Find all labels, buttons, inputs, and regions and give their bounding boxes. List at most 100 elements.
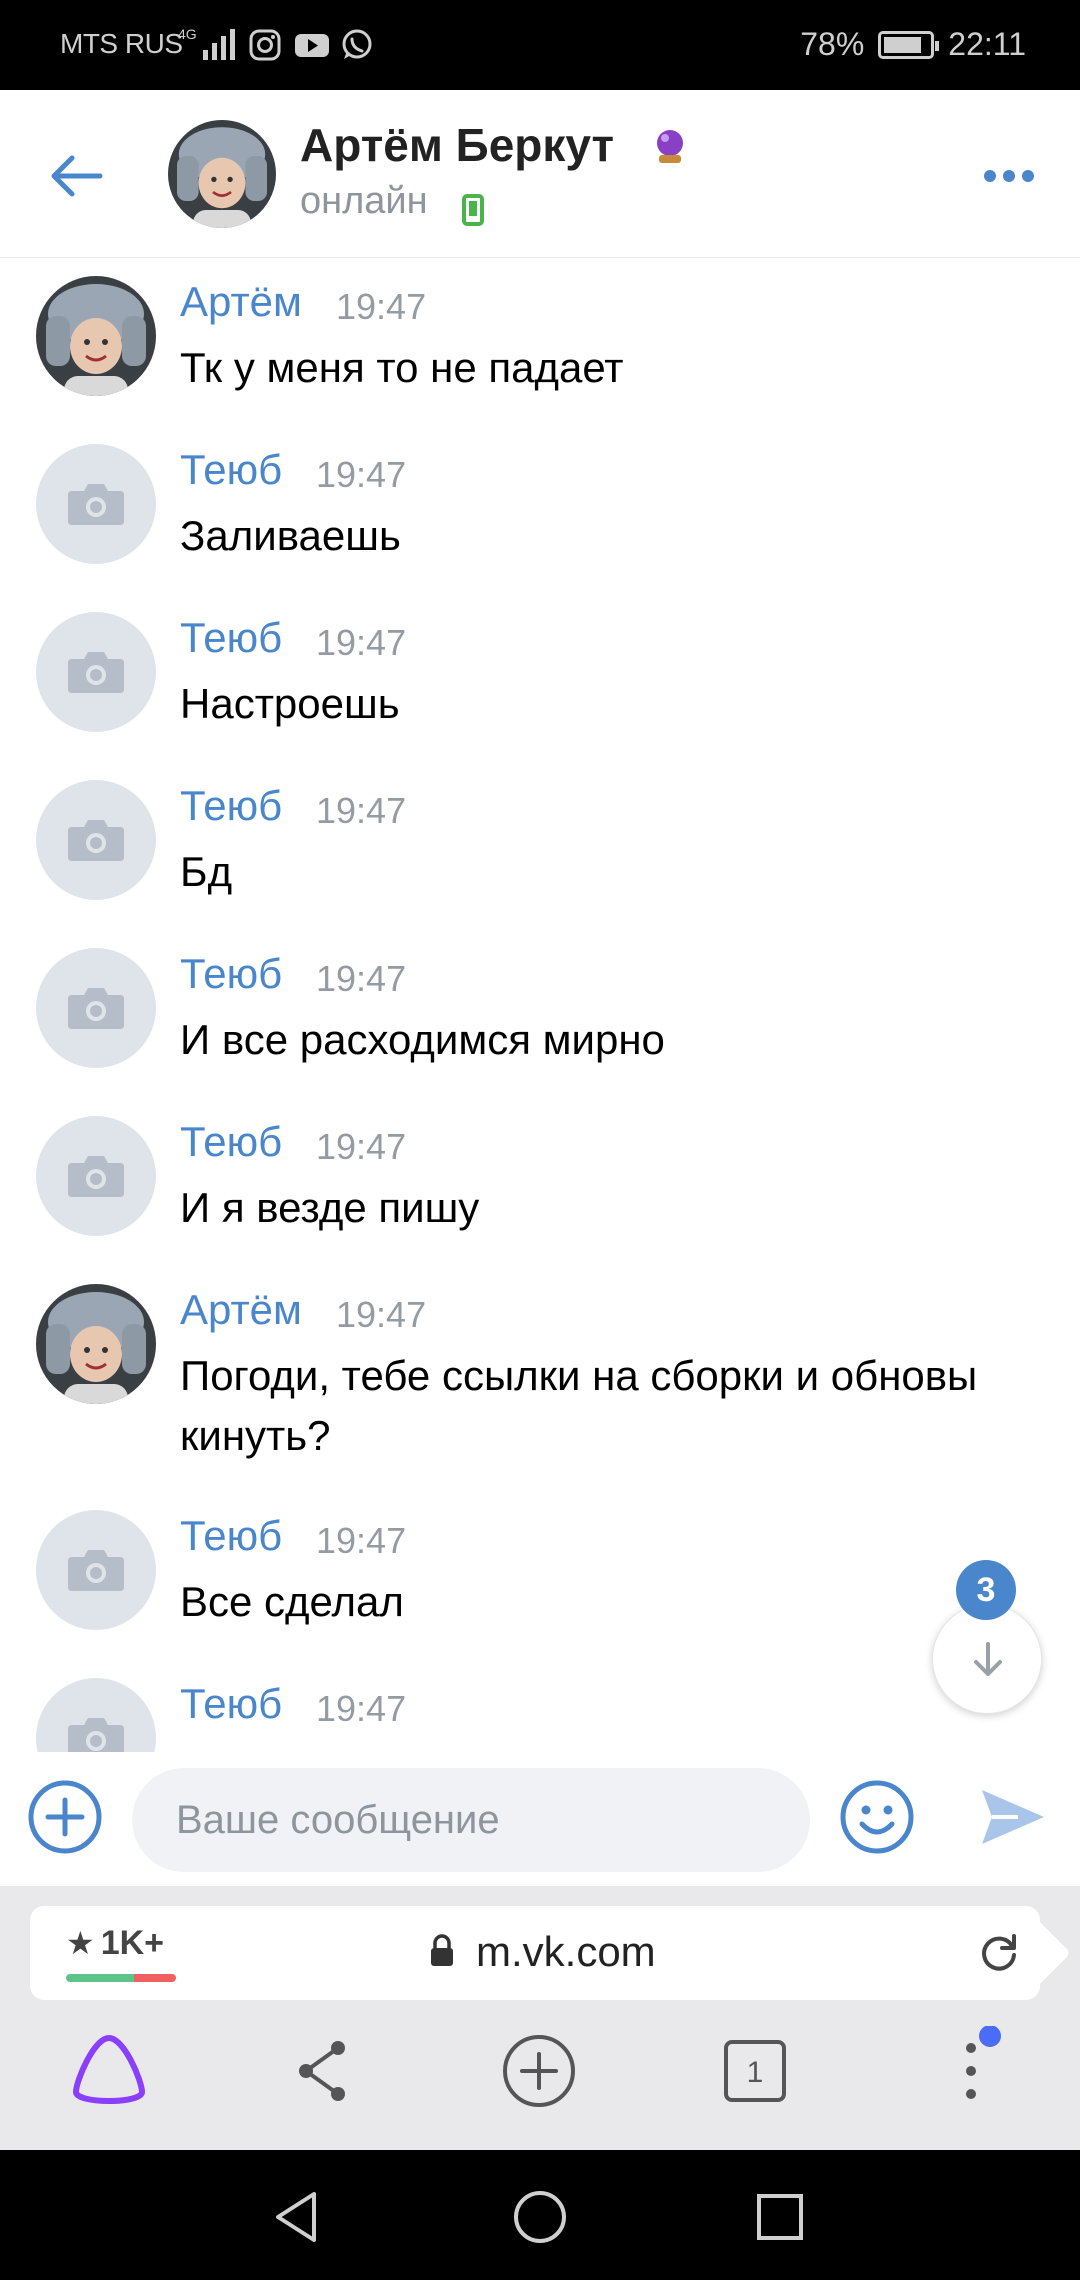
online-status: онлайн bbox=[300, 180, 428, 222]
message-time: 19:47 bbox=[316, 1520, 407, 1561]
triangle-back-icon bbox=[276, 2192, 316, 2242]
carrier-label: MTS RUS bbox=[60, 28, 183, 59]
author-avatar[interactable] bbox=[36, 612, 156, 732]
new-tab-button[interactable] bbox=[494, 2026, 584, 2116]
attach-button[interactable] bbox=[26, 1778, 104, 1856]
menu-button[interactable] bbox=[926, 2025, 1016, 2116]
alice-button[interactable] bbox=[64, 2026, 154, 2116]
youtube-icon bbox=[294, 28, 329, 62]
author-avatar[interactable] bbox=[36, 276, 156, 396]
author-avatar[interactable] bbox=[36, 948, 156, 1068]
message-author[interactable]: Теюб bbox=[180, 1118, 282, 1166]
message-time: 19:47 bbox=[316, 454, 407, 495]
browser-toolbar: ★ 1K+ m.vk.com 1 bbox=[0, 1886, 1080, 2150]
contact-avatar[interactable] bbox=[168, 120, 276, 228]
author-avatar[interactable] bbox=[36, 1510, 156, 1630]
square-recents-icon bbox=[757, 2194, 803, 2240]
back-nav-button[interactable] bbox=[264, 2182, 334, 2252]
battery-percent: 78% bbox=[800, 26, 865, 62]
reload-button[interactable] bbox=[974, 1928, 1024, 1978]
status-bar: MTS RUS 4G 78% 22:11 bbox=[0, 0, 1080, 90]
message-text: Тк у меня то не падает bbox=[180, 344, 624, 391]
more-dots-icon bbox=[984, 170, 996, 182]
lock-icon bbox=[430, 1934, 454, 1968]
url-text[interactable]: m.vk.com bbox=[476, 1928, 656, 1976]
home-nav-button[interactable] bbox=[505, 2182, 575, 2252]
star-icon: ★ bbox=[66, 1925, 95, 1961]
message-time: 19:47 bbox=[336, 286, 427, 327]
instagram-icon bbox=[248, 28, 282, 62]
message-text: Погоди, тебе ссылки на сборки и обновы к… bbox=[180, 1352, 978, 1459]
arrow-down-icon bbox=[974, 1642, 1002, 1676]
rating-value: 1K+ bbox=[100, 1924, 165, 1962]
message-input[interactable] bbox=[132, 1768, 810, 1872]
author-avatar[interactable] bbox=[36, 780, 156, 900]
unread-count-badge: 3 bbox=[956, 1560, 1016, 1620]
author-avatar[interactable] bbox=[36, 1116, 156, 1236]
more-options-button[interactable] bbox=[974, 156, 1044, 196]
alice-icon bbox=[73, 2035, 145, 2104]
message-author[interactable]: Теюб bbox=[180, 782, 282, 830]
author-avatar[interactable] bbox=[36, 1284, 156, 1404]
message-text: Все сделал bbox=[180, 1578, 404, 1625]
message-text: И я везде пишу bbox=[180, 1184, 480, 1231]
tabs-button[interactable]: 1 bbox=[710, 2026, 800, 2116]
message-list[interactable]: Артём 19:47 Тк у меня то не падает Теюб … bbox=[0, 258, 1080, 1752]
message-author[interactable]: Теюб bbox=[180, 446, 282, 494]
camera-icon bbox=[68, 820, 124, 861]
message-time: 19:47 bbox=[316, 1126, 407, 1167]
arrow-left-icon bbox=[51, 155, 103, 197]
tabs-icon: 1 bbox=[724, 2040, 786, 2102]
camera-icon bbox=[68, 1550, 124, 1591]
message-author[interactable]: Теюб bbox=[180, 950, 282, 998]
message-text: Заливаешь bbox=[180, 512, 401, 559]
camera-icon bbox=[68, 484, 124, 525]
plus-circle-icon bbox=[503, 2035, 575, 2107]
send-button[interactable] bbox=[978, 1782, 1048, 1852]
message-text: Настроешь bbox=[180, 680, 400, 727]
message-author[interactable]: Теюб bbox=[180, 1680, 282, 1728]
camera-icon bbox=[68, 1156, 124, 1197]
rating-bar bbox=[66, 1974, 176, 1982]
send-icon bbox=[982, 1790, 1044, 1844]
camera-icon bbox=[68, 988, 124, 1029]
site-rating[interactable]: ★ 1K+ bbox=[66, 1924, 164, 1963]
back-button[interactable] bbox=[40, 140, 112, 212]
clock: 22:11 bbox=[948, 26, 1026, 62]
battery-icon bbox=[878, 30, 940, 59]
scroll-to-bottom-button[interactable] bbox=[932, 1604, 1042, 1714]
author-avatar[interactable] bbox=[36, 444, 156, 564]
message-author[interactable]: Артём bbox=[180, 1286, 302, 1334]
browser-nav: 1 bbox=[0, 2025, 1080, 2136]
reload-icon bbox=[982, 1934, 1016, 1971]
menu-dots-icon bbox=[966, 2025, 1001, 2099]
svg-text:1: 1 bbox=[747, 2056, 764, 2089]
share-button[interactable] bbox=[278, 2026, 368, 2116]
message-time: 19:47 bbox=[316, 622, 407, 663]
contact-name[interactable]: Артём Беркут bbox=[300, 118, 614, 172]
message-time: 19:47 bbox=[336, 1294, 427, 1335]
message-author[interactable]: Теюб bbox=[180, 1512, 282, 1560]
emoji-button[interactable] bbox=[838, 1778, 916, 1856]
message-time: 19:47 bbox=[316, 1688, 407, 1729]
author-avatar[interactable] bbox=[36, 1678, 156, 1752]
chat-header: Артём Беркут онлайн bbox=[0, 90, 1080, 258]
status-right: 78% 22:11 bbox=[800, 26, 1026, 63]
whatsapp-icon bbox=[340, 28, 374, 62]
plus-circle-icon bbox=[28, 1780, 102, 1854]
camera-icon bbox=[68, 1718, 124, 1752]
message-text: И все расходимся мирно bbox=[180, 1016, 665, 1063]
smile-icon bbox=[840, 1780, 914, 1854]
message-time: 19:47 bbox=[316, 790, 407, 831]
message-composer bbox=[0, 1752, 1080, 1886]
signal-icon: 4G bbox=[178, 26, 235, 60]
share-icon bbox=[299, 2041, 345, 2101]
system-navigation-bar bbox=[0, 2150, 1080, 2280]
message-author[interactable]: Теюб bbox=[180, 614, 282, 662]
recents-nav-button[interactable] bbox=[745, 2182, 815, 2252]
address-bar[interactable]: ★ 1K+ m.vk.com bbox=[30, 1906, 1040, 2000]
circle-home-icon bbox=[514, 2191, 566, 2243]
notification-icons bbox=[248, 28, 374, 62]
message-author[interactable]: Артём bbox=[180, 278, 302, 326]
crystal-ball-icon bbox=[650, 126, 690, 166]
